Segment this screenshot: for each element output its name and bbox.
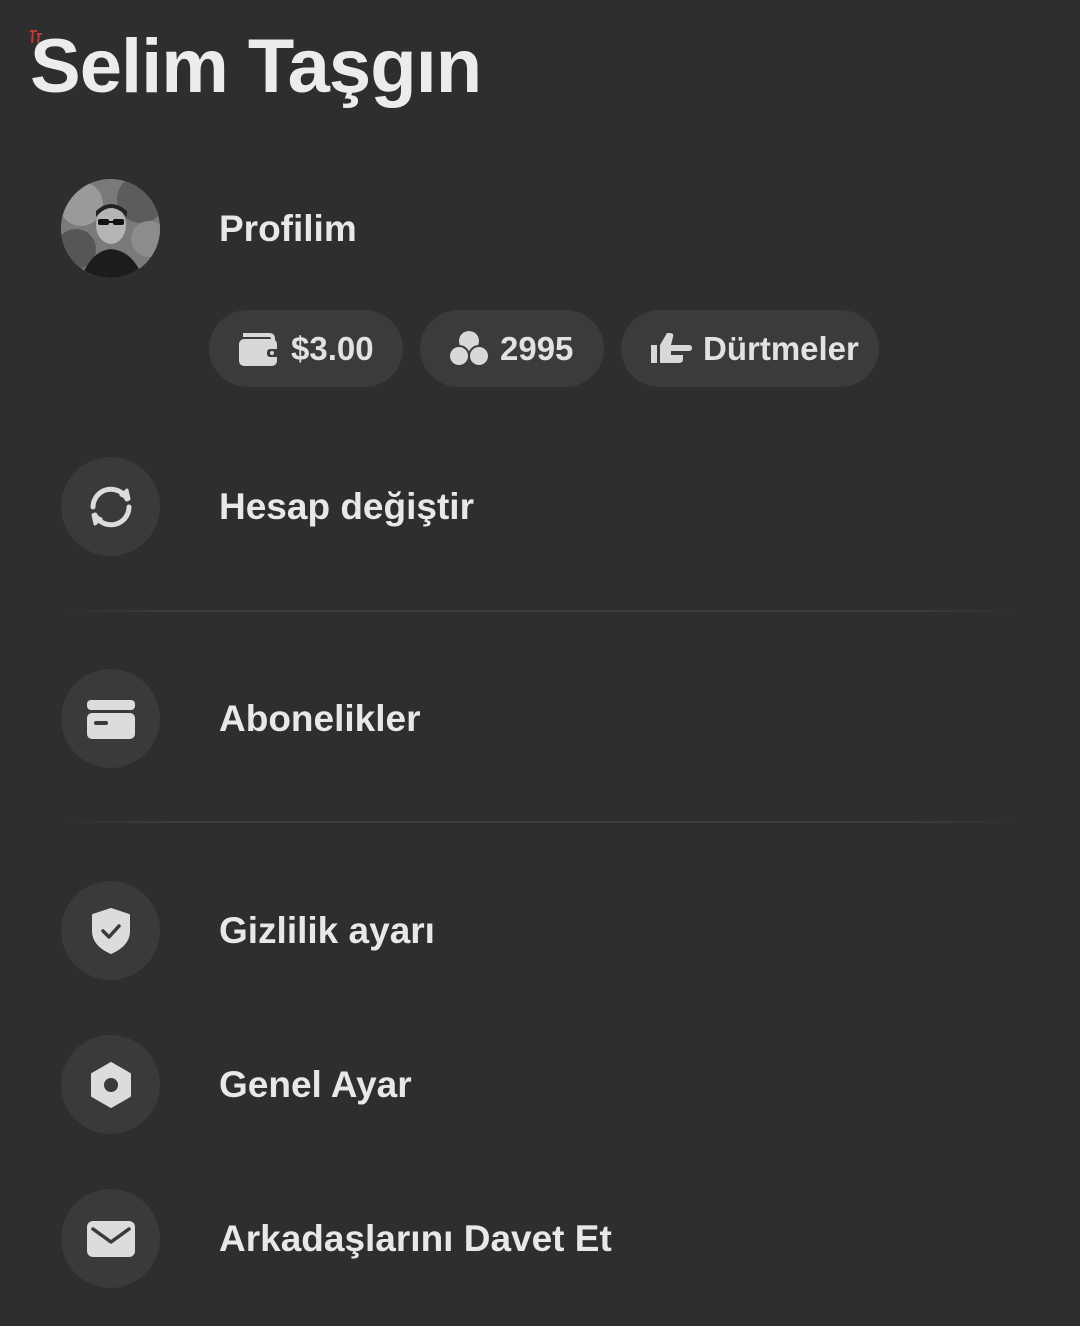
pokes-chip[interactable]: Dürtmeler xyxy=(621,310,879,387)
hexagon-settings-icon xyxy=(90,1061,131,1108)
card-icon xyxy=(86,699,135,739)
sync-icon xyxy=(90,486,131,527)
wallet-balance: $3.00 xyxy=(291,329,374,367)
pokes-label: Dürtmeler xyxy=(703,329,859,367)
menu-item-general-settings[interactable]: Genel Ayar xyxy=(0,1035,1080,1135)
invite-friends-label: Arkadaşlarını Davet Et xyxy=(219,1218,612,1259)
invite-icon-circle xyxy=(61,1189,160,1288)
poke-hand-icon xyxy=(651,332,692,363)
shield-check-icon xyxy=(91,907,130,954)
subscriptions-label: Abonelikler xyxy=(219,698,421,739)
divider xyxy=(60,821,1020,823)
profile-label: Profilim xyxy=(219,208,357,249)
menu-item-privacy[interactable]: Gizlilik ayarı xyxy=(0,881,1080,981)
menu-item-subscriptions[interactable]: Abonelikler xyxy=(0,669,1080,769)
privacy-label: Gizlilik ayarı xyxy=(219,910,435,951)
subscriptions-icon-circle xyxy=(61,669,160,768)
general-settings-label: Genel Ayar xyxy=(219,1064,412,1105)
general-settings-icon-circle xyxy=(61,1035,160,1134)
menu-item-switch-account[interactable]: Hesap değiştir xyxy=(0,457,1080,557)
coins-icon xyxy=(448,330,490,367)
coin-count: 2995 xyxy=(500,329,574,367)
divider xyxy=(60,610,1020,612)
privacy-icon-circle xyxy=(61,881,160,980)
page-title: Selim Taşgın xyxy=(30,24,482,109)
menu-item-profile[interactable]: Profilim xyxy=(0,179,1080,279)
coins-chip[interactable]: 2995 xyxy=(420,310,604,387)
wallet-icon xyxy=(239,332,279,366)
switch-account-label: Hesap değiştir xyxy=(219,486,474,527)
menu-item-invite-friends[interactable]: Arkadaşlarını Davet Et xyxy=(0,1189,1080,1289)
switch-account-icon-circle xyxy=(61,457,160,556)
envelope-icon xyxy=(86,1220,135,1257)
wallet-chip[interactable]: $3.00 xyxy=(209,310,403,387)
